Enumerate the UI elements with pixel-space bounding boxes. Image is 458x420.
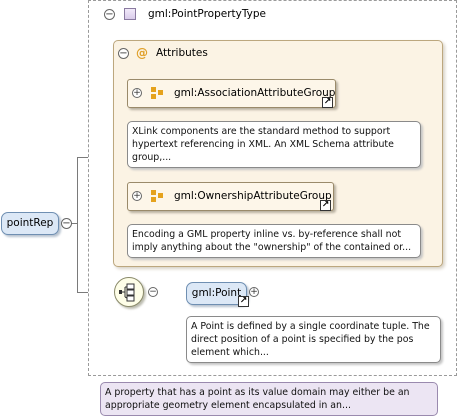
element-pointRep-label: pointRep — [6, 217, 54, 229]
element-pointRep[interactable]: pointRep — [1, 212, 59, 235]
element-gml-point-label: gml:Point — [191, 287, 242, 299]
collapse-icon[interactable]: − — [104, 9, 115, 20]
documentation-ownership: Encoding a GML property inline vs. by-re… — [127, 224, 421, 258]
attribute-group-association-name: gml:AssociationAttributeGroup — [174, 87, 336, 99]
attributes-title: Attributes — [156, 47, 208, 59]
attribute-group-icon — [151, 190, 164, 203]
reference-arrow-icon[interactable]: ↗ — [238, 296, 249, 307]
expand-icon[interactable]: + — [249, 287, 259, 297]
documentation-association: XLink components are the standard method… — [127, 121, 421, 168]
reference-arrow-icon[interactable]: ↗ — [322, 97, 333, 108]
sequence-compositor-icon[interactable] — [114, 277, 144, 307]
at-attribute-icon: @ — [136, 46, 148, 60]
attribute-group-ownership-name: gml:OwnershipAttributeGroup — [174, 190, 332, 202]
documentation-point: A Point is defined by a single coordinat… — [186, 316, 441, 363]
documentation-point-property-type: A property that has a point as its value… — [100, 382, 438, 416]
collapse-icon[interactable]: − — [61, 218, 72, 229]
collapse-icon[interactable]: − — [118, 48, 129, 59]
expand-icon[interactable]: + — [132, 191, 142, 201]
attribute-group-icon — [151, 87, 164, 100]
connector-trunk-vertical — [77, 157, 78, 293]
expand-icon[interactable]: + — [132, 88, 142, 98]
reference-arrow-icon[interactable]: ↗ — [320, 200, 331, 211]
complex-type-name: gml:PointPropertyType — [148, 8, 266, 20]
collapse-icon[interactable]: − — [148, 287, 158, 297]
complex-type-icon — [124, 8, 136, 20]
